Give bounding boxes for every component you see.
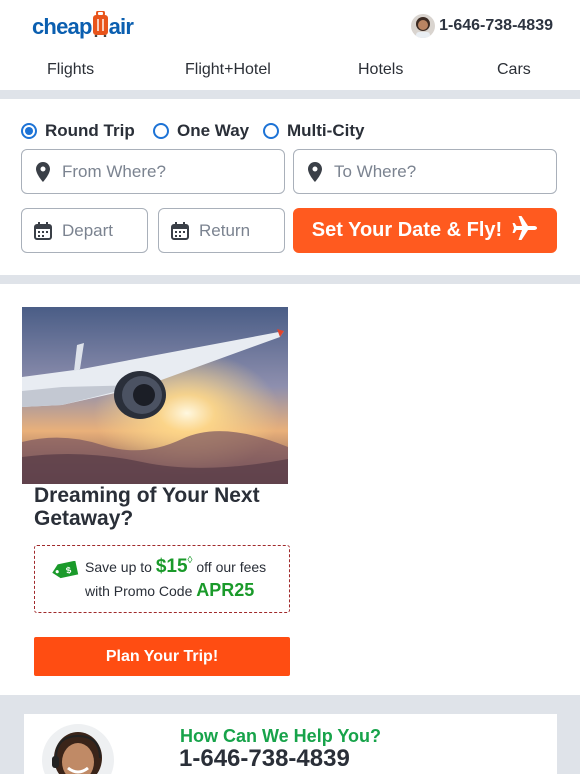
radio-unselected [263, 123, 279, 139]
trip-type-one-way[interactable]: One Way [153, 121, 249, 141]
logo-text-left: cheap [32, 14, 92, 39]
from-field[interactable] [21, 149, 285, 194]
return-input[interactable] [199, 220, 274, 241]
trip-type-multi-city[interactable]: Multi-City [263, 121, 364, 141]
set-date-fly-button[interactable]: Set Your Date & Fly! [293, 208, 557, 253]
logo-text-right: air [108, 14, 134, 39]
radio-label: Round Trip [45, 121, 135, 140]
map-pin-icon [33, 161, 53, 182]
trip-type-round-trip[interactable]: Round Trip [21, 121, 135, 141]
radio-selected [21, 123, 37, 139]
divider-band [0, 90, 580, 99]
help-card: How Can We Help You? 1-646-738-4839 [24, 714, 557, 774]
airplane-icon [512, 216, 538, 245]
promo-code: APR25 [196, 580, 255, 600]
depart-field[interactable] [21, 208, 148, 253]
airplane-hero-image [22, 307, 288, 484]
header: cheap air 1-646-738-4839 [0, 0, 580, 52]
map-pin-icon [305, 161, 325, 182]
promo-line-2: with Promo Code APR25 [85, 580, 254, 601]
cheapoair-logo[interactable]: cheap air [32, 10, 134, 44]
promo-amount-mark: ◊ [187, 555, 193, 566]
help-question: How Can We Help You? [180, 726, 382, 746]
radio-unselected [153, 123, 169, 139]
return-field[interactable] [158, 208, 285, 253]
radio-label: Multi-City [287, 121, 365, 140]
price-tag-icon: $ [51, 560, 79, 584]
support-agent-avatar [42, 724, 114, 774]
divider-band [0, 275, 580, 284]
radio-label: One Way [177, 121, 250, 140]
to-field[interactable] [293, 149, 557, 194]
main-nav: Flights Flight+Hotel Hotels Cars [0, 52, 580, 90]
promo-code-box: $ Save up to $15◊ off our fees with Prom… [34, 545, 290, 613]
calendar-icon [33, 221, 53, 241]
promo-headline: Dreaming of Your Next Getaway? [34, 484, 260, 530]
luggage-icon [92, 10, 108, 38]
agent-avatar [411, 14, 436, 38]
nav-hotels[interactable]: Hotels [358, 61, 403, 79]
promo-amount: $15 [155, 556, 188, 577]
nav-flight-hotel[interactable]: Flight+Hotel [185, 61, 271, 79]
to-input[interactable] [334, 161, 518, 182]
promo-line-1: Save up to $15◊ off our fees [85, 555, 267, 578]
nav-flights[interactable]: Flights [47, 61, 94, 79]
promo-line1-prefix: Save up to [85, 559, 152, 575]
cta-label: Set Your Date & Fly! [311, 219, 503, 241]
promo-line1-suffix: off our fees [196, 559, 267, 575]
nav-cars[interactable]: Cars [497, 61, 531, 79]
plan-your-trip-button[interactable]: Plan Your Trip! [34, 637, 290, 676]
calendar-icon [170, 221, 190, 241]
from-input[interactable] [62, 161, 246, 182]
promo-line2-prefix: with Promo Code [85, 583, 193, 599]
help-phone-number[interactable]: 1-646-738-4839 [179, 745, 350, 773]
header-phone-link[interactable]: 1-646-738-4839 [411, 14, 553, 38]
depart-input[interactable] [62, 220, 137, 241]
header-phone-number: 1-646-738-4839 [439, 17, 553, 34]
